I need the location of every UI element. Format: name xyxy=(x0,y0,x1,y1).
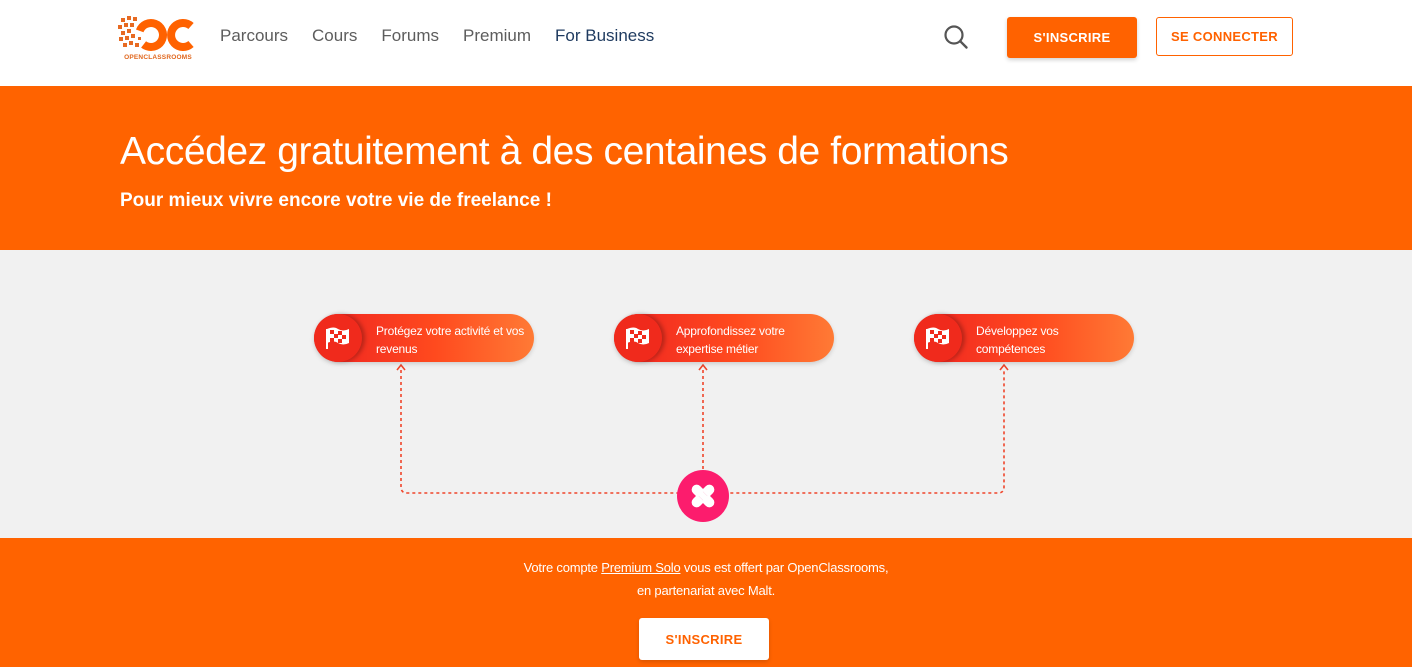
benefit-label: Développez vos compétences xyxy=(976,324,1059,356)
premium-solo-link[interactable]: Premium Solo xyxy=(601,560,680,575)
benefit-pill-protect: Protégez votre activité et vos revenus xyxy=(314,314,534,362)
checkered-flag-icon xyxy=(314,314,362,362)
benefit-label: Protégez votre activité et vos revenus xyxy=(376,324,525,356)
benefit-label: Approfondissez votre expertise métier xyxy=(676,324,785,356)
signup-button[interactable]: S'INSCRIRE xyxy=(1007,17,1137,58)
nav-parcours[interactable]: Parcours xyxy=(220,25,288,47)
logo-wordmark: OPENCLASSROOMS xyxy=(124,54,192,61)
nav-cours[interactable]: Cours xyxy=(312,25,357,47)
openclassrooms-logo[interactable]: OPENCLASSROOMS xyxy=(117,14,199,64)
hero-subtitle: Pour mieux vivre encore votre vie de fre… xyxy=(120,190,552,211)
offer-text-line2: en partenariat avec Malt. xyxy=(636,583,776,598)
nav-premium[interactable]: Premium xyxy=(463,25,531,47)
top-header: OPENCLASSROOMS Parcours Cours Forums Pre… xyxy=(0,0,1412,86)
offer-text: Votre compte Premium Solo vous est offer… xyxy=(0,556,1412,602)
search-icon[interactable] xyxy=(943,24,969,50)
offer-text-start: Votre compte xyxy=(523,560,602,575)
offer-banner: Votre compte Premium Solo vous est offer… xyxy=(0,538,1412,667)
hero-banner: Accédez gratuitement à des centaines de … xyxy=(0,86,1412,250)
oc-logo-icon xyxy=(118,16,194,51)
nav-for-business[interactable]: For Business xyxy=(555,25,654,47)
signup-button-footer[interactable]: S'INSCRIRE xyxy=(639,618,769,660)
benefit-pill-expertise: Approfondissez votre expertise métier xyxy=(614,314,834,362)
checkered-flag-icon xyxy=(914,314,962,362)
nav-forums[interactable]: Forums xyxy=(381,25,439,47)
offer-text-end: vous est offert par OpenClassrooms, xyxy=(680,560,889,575)
benefit-pill-skills: Développez vos compétences xyxy=(914,314,1134,362)
login-button[interactable]: SE CONNECTER xyxy=(1156,17,1293,56)
malt-logo-icon xyxy=(677,470,729,522)
checkered-flag-icon xyxy=(614,314,662,362)
main-nav: Parcours Cours Forums Premium For Busine… xyxy=(220,25,654,47)
benefits-diagram: Protégez votre activité et vos revenus A… xyxy=(0,250,1412,538)
hero-title: Accédez gratuitement à des centaines de … xyxy=(120,130,1009,173)
